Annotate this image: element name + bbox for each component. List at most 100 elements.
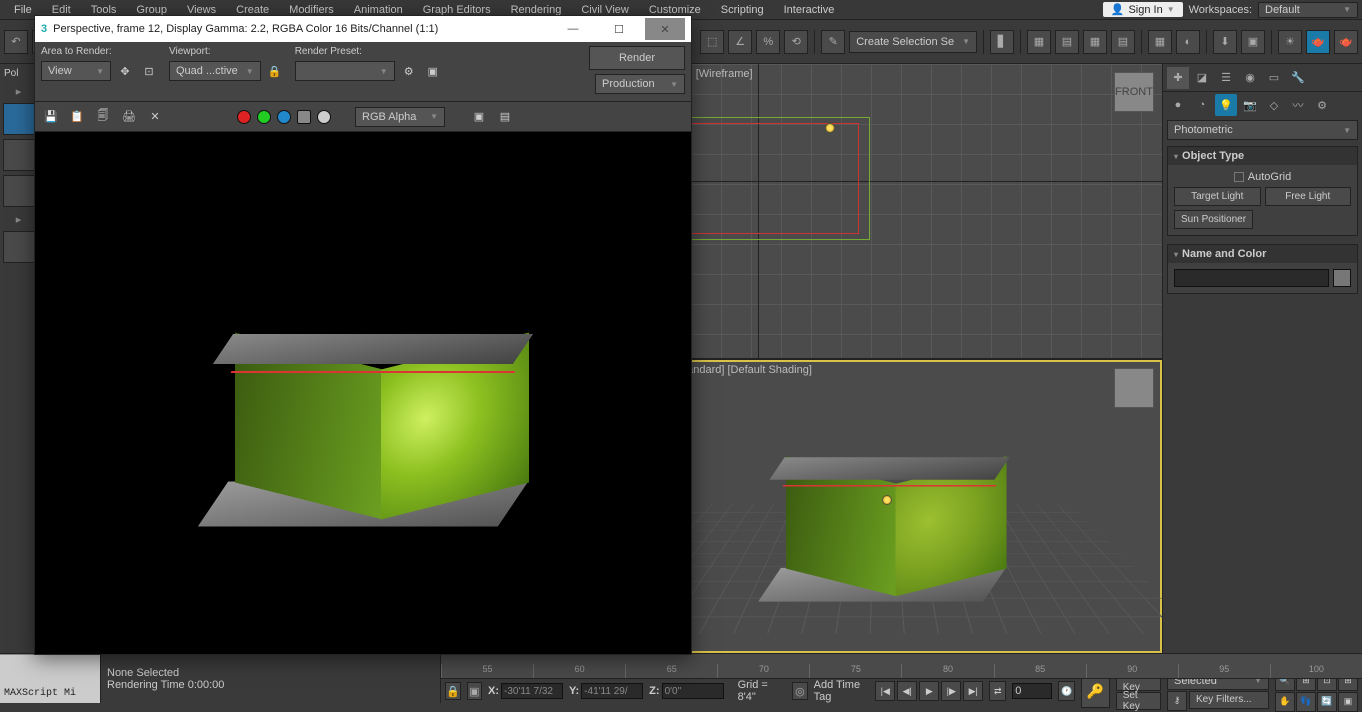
schematic-view[interactable]: ▦ [1148, 30, 1172, 54]
toggle-ribbon[interactable]: ▦ [1083, 30, 1107, 54]
channel-dropdown[interactable]: RGB Alpha▼ [355, 107, 445, 127]
preset-dropdown[interactable]: ▼ [295, 61, 395, 81]
snap-toggle[interactable]: ⬚ [700, 30, 724, 54]
walk-button[interactable]: 👣 [1296, 692, 1316, 712]
key-mode-toggle[interactable]: ⇄ [989, 681, 1006, 701]
object-name-input[interactable] [1174, 269, 1329, 287]
minimize-button[interactable]: — [553, 18, 593, 40]
name-color-header[interactable]: ▾Name and Color [1168, 245, 1357, 263]
blue-channel-toggle[interactable] [277, 110, 291, 124]
named-selset-edit[interactable]: ✎ [821, 30, 845, 54]
red-channel-toggle[interactable] [237, 110, 251, 124]
mirror-button[interactable]: ▋ [990, 30, 1014, 54]
menu-interactive[interactable]: Interactive [774, 2, 845, 18]
render-setup-icon[interactable]: ⚙ [399, 61, 419, 81]
autogrid-checkbox[interactable]: AutoGrid [1174, 171, 1351, 183]
setkey-button[interactable]: Set Key [1116, 692, 1161, 710]
render-window-titlebar[interactable]: 3 Perspective, frame 12, Display Gamma: … [35, 16, 691, 42]
render-button[interactable]: Render [589, 46, 685, 70]
y-coord-input[interactable] [581, 683, 643, 699]
key-filters-button[interactable]: Key Filters... [1189, 691, 1269, 709]
modify-tab[interactable]: ◪ [1191, 67, 1213, 89]
area-dropdown[interactable]: View▼ [41, 61, 111, 81]
tool-2[interactable] [3, 139, 35, 171]
viewport-layout[interactable] [3, 103, 35, 135]
render-production[interactable]: 🫖 [1306, 30, 1330, 54]
cameras-subtab[interactable]: 📷 [1239, 94, 1261, 116]
lock-selection[interactable]: 🔒 [445, 682, 461, 700]
maximize-button[interactable]: ☐ [599, 18, 639, 40]
edit-region-icon[interactable]: ✥ [115, 61, 135, 81]
rendered-frame[interactable]: ▣ [1241, 30, 1265, 54]
render-setup[interactable]: ⬇ [1213, 30, 1237, 54]
time-tag-icon[interactable]: ◎ [792, 682, 807, 700]
isolate-selection[interactable]: ▣ [467, 682, 482, 700]
key-filters-icon[interactable]: ⚷ [1167, 691, 1187, 711]
angle-snap[interactable]: ∠ [728, 30, 752, 54]
menu-scripting[interactable]: Scripting [711, 2, 774, 18]
motion-tab[interactable]: ◉ [1239, 67, 1261, 89]
named-selection-dropdown[interactable]: Create Selection Se ▼ [849, 31, 977, 53]
z-coord-input[interactable] [662, 683, 724, 699]
mono-toggle[interactable] [317, 110, 331, 124]
auto-region-icon[interactable]: ⊡ [139, 61, 159, 81]
print-image-icon[interactable]: 🖨 [119, 107, 139, 127]
target-light-button[interactable]: Target Light [1174, 187, 1261, 206]
orbit-button[interactable]: 🔄 [1317, 692, 1337, 712]
category-dropdown[interactable]: Photometric ▼ [1167, 120, 1358, 140]
goto-end[interactable]: ▶| [963, 681, 983, 701]
timeline[interactable]: 55 60 65 70 75 80 85 90 95 100 [441, 654, 1362, 679]
undo-button[interactable]: ↶ [4, 30, 28, 54]
viewcube-front[interactable]: FRONT [1114, 72, 1154, 112]
current-frame-input[interactable] [1012, 683, 1052, 699]
create-tab[interactable]: ✚ [1167, 67, 1189, 89]
layers-button[interactable]: ▤ [1055, 30, 1079, 54]
prev-frame[interactable]: ◀| [897, 681, 917, 701]
render-in-cloud[interactable]: ☀ [1278, 30, 1302, 54]
toggle-ui-icon[interactable]: ▤ [495, 107, 515, 127]
pan-button[interactable]: ✋ [1275, 692, 1295, 712]
save-image-icon[interactable]: 💾 [41, 107, 61, 127]
render-output-canvas[interactable] [35, 132, 691, 654]
alpha-channel-toggle[interactable] [297, 110, 311, 124]
max-viewport[interactable]: ▣ [1338, 692, 1358, 712]
x-coord-input[interactable] [501, 683, 563, 699]
spinner-snap[interactable]: ⟲ [784, 30, 808, 54]
play[interactable]: ▶ [919, 681, 939, 701]
systems-subtab[interactable]: ⚙ [1311, 94, 1333, 116]
shapes-subtab[interactable]: ◔ [1191, 94, 1213, 116]
green-channel-toggle[interactable] [257, 110, 271, 124]
material-editor[interactable]: ◐ [1176, 30, 1200, 54]
utilities-tab[interactable]: 🔧 [1287, 67, 1309, 89]
percent-snap[interactable]: % [756, 30, 780, 54]
sun-positioner-button[interactable]: Sun Positioner [1174, 210, 1253, 229]
spacewarps-subtab[interactable]: 〰 [1287, 94, 1309, 116]
clear-image-icon[interactable]: ✕ [145, 107, 165, 127]
object-type-header[interactable]: ▾Object Type [1168, 147, 1357, 165]
hierarchy-tab[interactable]: ☰ [1215, 67, 1237, 89]
free-light-button[interactable]: Free Light [1265, 187, 1352, 206]
flyout-icon[interactable]: ▸ [0, 213, 37, 225]
object-color-swatch[interactable] [1333, 269, 1351, 287]
viewport-dropdown[interactable]: Quad ...ctive▼ [169, 61, 261, 81]
maxscript-mini-listener[interactable]: MAXScript Mi [0, 654, 100, 703]
tool-4[interactable] [3, 231, 35, 263]
toggle-overlay-icon[interactable]: ▣ [469, 107, 489, 127]
goto-start[interactable]: |◀ [875, 681, 895, 701]
next-frame[interactable]: |▶ [941, 681, 961, 701]
geometry-subtab[interactable]: ● [1167, 94, 1189, 116]
copy-image-icon[interactable]: 📋 [67, 107, 87, 127]
environment-icon[interactable]: ▣ [423, 61, 443, 81]
signin-button[interactable]: 👤 Sign In ▼ [1103, 2, 1183, 17]
render-iterative[interactable]: 🫖 [1334, 30, 1358, 54]
align-button[interactable]: ▦ [1027, 30, 1051, 54]
workspace-dropdown[interactable]: Default ▼ [1258, 2, 1358, 18]
helpers-subtab[interactable]: ◇ [1263, 94, 1285, 116]
flyout-icon[interactable]: ▸ [0, 85, 37, 97]
display-tab[interactable]: ▭ [1263, 67, 1285, 89]
render-mode-dropdown[interactable]: Production▼ [595, 74, 685, 94]
viewcube-persp[interactable] [1114, 368, 1154, 408]
lock-viewport-icon[interactable]: 🔒 [265, 61, 285, 81]
lights-subtab[interactable]: 💡 [1215, 94, 1237, 116]
add-time-tag[interactable]: Add Time Tag [814, 679, 870, 703]
